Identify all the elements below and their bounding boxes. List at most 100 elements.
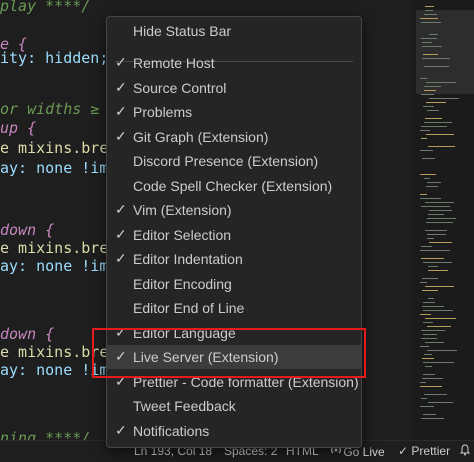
menu-item-discord-presence-extension[interactable]: Discord Presence (Extension) [107,149,361,173]
minimap-line [422,58,450,59]
menu-item-hide-status-bar[interactable]: Hide Status Bar [107,19,361,43]
minimap-line [424,90,436,91]
checkmark-icon: ✓ [115,250,127,266]
minimap-line [422,158,435,159]
minimap-line [420,174,436,175]
menu-item-git-graph-extension[interactable]: ✓ Git Graph (Extension) [107,125,361,149]
minimap-line [421,206,450,207]
menu-item-label: Discord Presence (Extension) [133,153,319,169]
minimap-line [423,374,435,375]
menu-item-label: Vim (Extension) [133,202,232,218]
menu-item-label: Editor End of Line [133,300,245,316]
checkmark-icon: ✓ [115,421,127,438]
minimap-line [421,330,445,331]
bell-icon[interactable] [459,444,471,459]
minimap-line [427,218,456,219]
minimap-line [426,222,453,223]
minimap-line [427,238,434,239]
code-line: down { [0,325,55,343]
minimap-line [424,66,449,67]
minimap-line [427,326,451,327]
minimap-line [421,22,441,23]
minimap-line [428,214,444,215]
minimap-line [421,398,427,399]
menu-item-label: Remote Host [133,55,215,71]
menu-item-label: Problems [133,104,193,120]
checkmark-icon: ✓ [115,78,127,95]
minimap-line [422,358,434,359]
code-line: down { [0,221,55,239]
menu-item-label: Notifications [133,422,210,439]
minimap-line [427,234,446,235]
minimap-line [423,334,437,335]
menu-item-tweet-feedback[interactable]: Tweet Feedback [107,394,361,418]
minimap-line [428,266,438,267]
minimap-line [420,386,442,387]
minimap-line [425,230,447,231]
minimap-line [428,146,455,147]
minimap-line [423,322,433,323]
code-line: ning ****/ [0,429,91,440]
menu-item-problems[interactable]: ✓ Problems [107,100,361,124]
menu-item-editor-encoding[interactable]: Editor Encoding [107,272,361,296]
menu-item-notifications[interactable]: ✓ Notifications [107,419,361,443]
menu-item-editor-end-of-line[interactable]: Editor End of Line [107,296,361,320]
code-line: play ****/ [0,0,91,15]
status-bar-context-menu: Hide Status Bar ✓ Remote Host ✓ Source Cont… [106,16,362,448]
minimap-line [429,98,459,99]
minimap-line [423,302,435,303]
menu-item-label: Code Spell Checker (Extension) [133,177,333,194]
checkmark-icon: ✓ [115,103,127,119]
menu-item-source-control[interactable]: ✓ Source Control [107,76,361,100]
minimap-line [429,210,452,211]
minimap-line [426,134,454,135]
minimap-line [425,6,434,7]
minimap-line [422,46,442,47]
minimap-line [424,14,437,15]
minimap-line [422,42,432,43]
menu-item-editor-selection[interactable]: ✓ Editor Selection [107,223,361,247]
checkmark-icon: ✓ [115,201,127,217]
minimap-line [424,122,452,123]
minimap-line [423,106,434,107]
menu-item-label: Hide Status Bar [133,23,232,39]
minimap-line [421,258,444,259]
menu-item-label: Source Control [133,79,227,96]
minimap-line [423,262,452,263]
menu-item-label: Editor Selection [133,226,232,243]
minimap-line [426,102,446,103]
minimap-line [420,198,441,199]
minimap-line [420,150,433,151]
minimap-line [423,414,436,415]
minimap-line [420,382,426,383]
minimap-line [423,362,454,363]
menu-item-editor-indentation[interactable]: ✓ Editor Indentation [107,247,361,271]
minimap[interactable] [412,0,474,440]
code-line: ity: hidden; [0,49,109,67]
menu-item-label: Git Graph (Extension) [133,128,269,145]
minimap-line [423,54,438,55]
menu-item-code-spell-checker-extension[interactable]: Code Spell Checker (Extension) [107,174,361,198]
minimap-line [421,126,447,127]
minimap-line [420,78,427,79]
minimap-line [426,82,456,83]
minimap-line [424,354,432,355]
menu-item-label: Editor Indentation [133,251,243,267]
minimap-line [425,286,454,287]
minimap-line [425,118,442,119]
prettier-button[interactable]: ✓ Prettier [398,444,450,458]
double-check-icon: ✓ [398,444,409,458]
menu-item-vim-extension[interactable]: ✓ Vim (Extension) [107,198,361,222]
menu-item-remote-host[interactable]: ✓ Remote Host [107,51,361,75]
minimap-line [421,246,432,247]
minimap-line [422,378,443,379]
minimap-line [422,290,438,291]
minimap-line [427,110,439,111]
minimap-line [420,314,431,315]
minimap-line [424,86,441,87]
minimap-line [420,18,438,19]
minimap-line [421,138,427,139]
minimap-line [421,418,444,419]
minimap-line [429,34,438,35]
minimap-line [422,306,444,307]
